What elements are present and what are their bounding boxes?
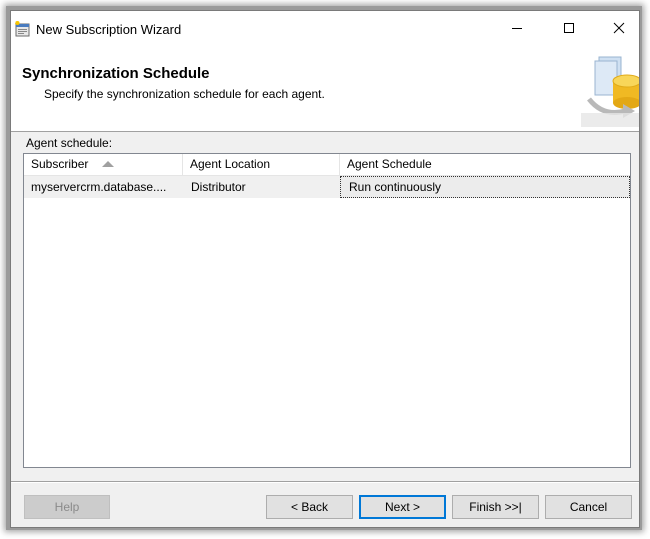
agent-location-cell: Distributor — [191, 180, 246, 194]
minimize-icon — [512, 28, 522, 29]
agent-schedule-grid[interactable]: Subscriber Agent Location Agent Schedule… — [23, 153, 631, 468]
column-header-label: Agent Location — [190, 157, 271, 171]
back-button[interactable]: < Back — [266, 495, 353, 519]
maximize-button[interactable] — [547, 11, 593, 47]
page-subtitle: Specify the synchronization schedule for… — [44, 87, 325, 101]
button-separator — [11, 481, 639, 483]
subscriber-cell: myservercrm.database.... — [31, 180, 167, 194]
cancel-button[interactable]: Cancel — [545, 495, 632, 519]
finish-button[interactable]: Finish >>| — [452, 495, 539, 519]
column-header-agent-schedule[interactable]: Agent Schedule — [340, 154, 630, 175]
wizard-header: Synchronization Schedule Specify the syn… — [11, 47, 639, 132]
column-header-label: Subscriber — [31, 157, 89, 171]
agent-schedule-label: Agent schedule: — [26, 136, 113, 150]
page-title: Synchronization Schedule — [22, 65, 210, 82]
maximize-icon — [564, 23, 574, 33]
next-button[interactable]: Next > — [359, 495, 446, 519]
column-header-label: Agent Schedule — [347, 157, 432, 171]
column-header-agent-location[interactable]: Agent Location — [183, 154, 340, 175]
wizard-app-icon — [15, 21, 31, 37]
help-button[interactable]: Help — [24, 495, 110, 519]
title-bar[interactable]: New Subscription Wizard — [11, 11, 639, 47]
close-icon — [613, 22, 625, 34]
grid-header: Subscriber Agent Location Agent Schedule — [24, 154, 630, 176]
table-row[interactable]: myservercrm.database.... Distributor Run… — [24, 176, 630, 198]
database-sync-graphic — [581, 56, 639, 127]
minimize-button[interactable] — [495, 11, 541, 47]
sort-ascending-icon — [102, 161, 114, 167]
window-title: New Subscription Wizard — [36, 22, 182, 37]
agent-schedule-cell[interactable]: Run continuously — [340, 176, 630, 198]
close-button[interactable] — [597, 11, 643, 47]
wizard-window: New Subscription Wizard Synchronization … — [10, 10, 640, 528]
column-header-subscriber[interactable]: Subscriber — [24, 154, 183, 175]
